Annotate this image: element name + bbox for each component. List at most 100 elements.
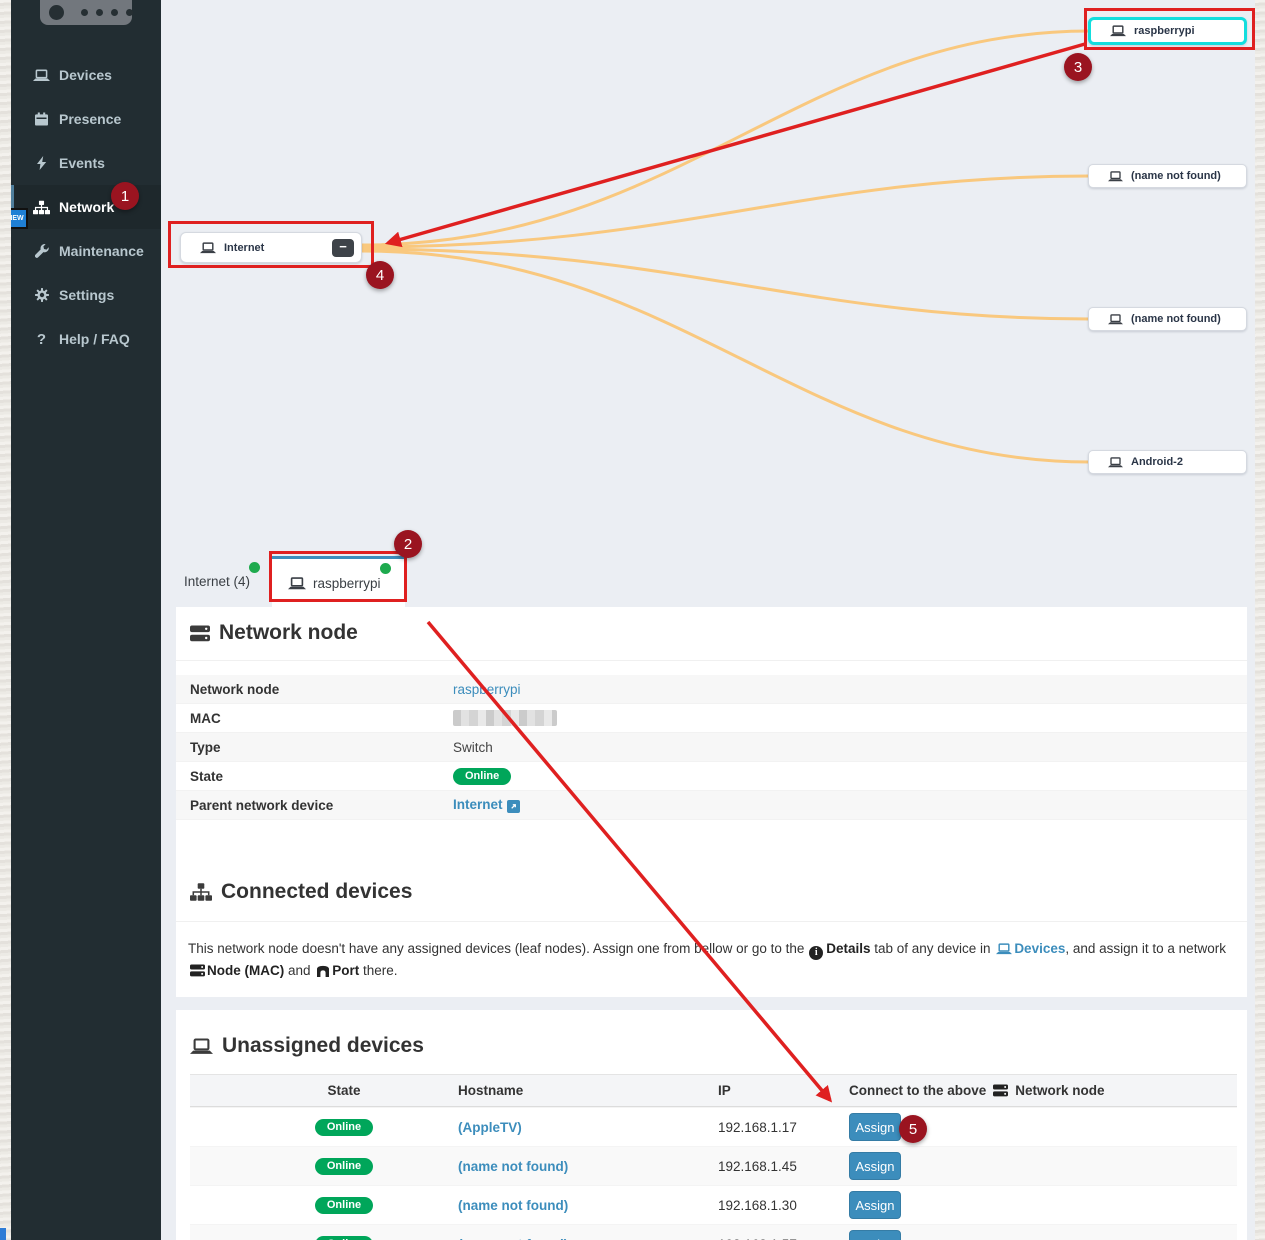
laptop-icon <box>190 1038 213 1055</box>
divider <box>176 660 1247 661</box>
sidebar-item-settings[interactable]: Settings <box>11 273 161 317</box>
tab-internet[interactable]: Internet (4) <box>176 556 250 607</box>
diagram-node-name-not-found-2[interactable]: (name not found) <box>1088 307 1247 331</box>
assign-button[interactable]: Assign <box>849 1152 901 1180</box>
network-icon <box>33 200 50 215</box>
logo-dot <box>81 9 88 16</box>
table-row: Parent network device Internet <box>176 791 1247 820</box>
field-label: MAC <box>190 711 453 726</box>
tab-label: raspberrypi <box>313 576 381 591</box>
node-details-table: Network node raspberrypi MAC Type Switch… <box>176 675 1247 820</box>
table-row: State Online <box>176 762 1247 791</box>
sidebar-item-network[interactable]: Network <box>11 185 161 229</box>
status-badge: Online <box>315 1119 373 1136</box>
node-label: (name not found) <box>1131 170 1221 182</box>
diagram-node-name-not-found-1[interactable]: (name not found) <box>1088 164 1247 188</box>
wrench-icon <box>33 244 50 259</box>
ip-value: 192.168.1.57 <box>718 1237 849 1240</box>
sidebar: Devices Presence Events Network <box>11 0 161 1240</box>
server-icon <box>190 625 210 642</box>
gear-icon <box>33 288 50 303</box>
annotation-arrow-to-internet <box>388 44 1085 243</box>
annotation-step-3: 3 <box>1064 53 1092 81</box>
laptop-icon <box>1108 171 1123 182</box>
sidebar-item-help[interactable]: ? Help / FAQ <box>11 317 161 361</box>
sidebar-item-events[interactable]: Events <box>11 141 161 185</box>
status-badge: Online <box>453 768 511 785</box>
edge-internet-android2 <box>362 251 1090 462</box>
sidebar-item-label: Help / FAQ <box>59 331 130 347</box>
hostname-link[interactable]: (AppleTV) <box>458 1120 718 1135</box>
redacted-mac-value <box>453 710 557 726</box>
sidebar-item-label: Maintenance <box>59 243 144 259</box>
server-icon <box>993 1084 1008 1097</box>
parent-device-link[interactable]: Internet <box>453 797 503 812</box>
sidebar-item-label: Events <box>59 155 105 171</box>
sidebar-item-devices[interactable]: Devices <box>11 53 161 97</box>
assign-button[interactable]: Assign <box>849 1191 901 1219</box>
laptop-icon <box>288 577 306 590</box>
field-label: State <box>190 769 453 784</box>
sidebar-item-maintenance[interactable]: NEW Maintenance <box>11 229 161 273</box>
sidebar-item-presence[interactable]: Presence <box>11 97 161 141</box>
network-node-panel: Network node Network node raspberrypi MA… <box>176 607 1247 997</box>
unassigned-devices-table: State Hostname IP Connect to the above N… <box>190 1074 1237 1240</box>
edge-internet-raspberrypi <box>362 31 1090 245</box>
port-icon <box>316 965 330 977</box>
network-node-title: Network node <box>190 621 358 645</box>
bolt-icon <box>33 156 50 171</box>
laptop-icon <box>33 68 50 83</box>
page-edge-texture-right <box>1255 0 1265 1240</box>
logo-dot <box>126 9 133 16</box>
ip-value: 192.168.1.30 <box>718 1198 849 1213</box>
column-header-ip: IP <box>718 1083 849 1098</box>
server-icon <box>190 964 205 977</box>
node-label: Internet <box>224 242 264 254</box>
devices-link[interactable]: Devices <box>1014 941 1065 956</box>
table-row: Online (name not found) 192.168.1.30 Ass… <box>190 1185 1237 1224</box>
question-icon: ? <box>33 332 50 347</box>
diagram-node-android-2[interactable]: Android-2 <box>1088 450 1247 474</box>
no-assigned-devices-message: This network node doesn't have any assig… <box>188 938 1238 981</box>
node-name-link[interactable]: raspberrypi <box>453 682 521 697</box>
diagram-node-raspberrypi[interactable]: raspberrypi <box>1088 17 1247 45</box>
hostname-link[interactable]: (name not found) <box>458 1159 718 1174</box>
table-row: Network node raspberrypi <box>176 675 1247 704</box>
edge-internet-nnf2 <box>362 249 1090 319</box>
table-row: Online (name not found) 192.168.1.45 Ass… <box>190 1146 1237 1185</box>
online-dot <box>380 563 391 574</box>
sidebar-item-label: Presence <box>59 111 121 127</box>
divider <box>176 921 1247 922</box>
column-header-state: State <box>190 1083 458 1098</box>
app-logo[interactable] <box>40 0 132 25</box>
annotation-step-4: 4 <box>366 261 394 289</box>
background-fragment <box>0 1228 6 1240</box>
table-row: Type Switch <box>176 733 1247 762</box>
sidebar-item-label: Settings <box>59 287 114 303</box>
unassigned-devices-panel: Unassigned devices State Hostname IP Con… <box>176 1010 1247 1240</box>
table-header-row: State Hostname IP Connect to the above N… <box>190 1074 1237 1107</box>
page-edge-texture-left <box>0 0 11 1240</box>
assign-button[interactable]: Assign <box>849 1113 901 1141</box>
info-circle-icon: i <box>809 946 823 960</box>
sidebar-nav: Devices Presence Events Network <box>11 53 161 361</box>
column-header-connect: Connect to the above Network node <box>849 1083 1237 1098</box>
status-badge: Online <box>315 1236 373 1240</box>
status-badge: Online <box>315 1197 373 1214</box>
hostname-link[interactable]: (name not found) <box>458 1237 718 1240</box>
hostname-link[interactable]: (name not found) <box>458 1198 718 1213</box>
logo-dot-large <box>49 5 64 20</box>
diagram-node-internet[interactable]: Internet − <box>180 232 362 263</box>
node-label: raspberrypi <box>1134 25 1195 37</box>
connected-devices-title: Connected devices <box>190 880 412 904</box>
laptop-icon <box>996 943 1012 955</box>
logo-dot <box>96 9 103 16</box>
node-label: (name not found) <box>1131 313 1221 325</box>
laptop-icon <box>200 242 216 254</box>
collapse-node-button[interactable]: − <box>332 239 354 257</box>
table-row: MAC <box>176 704 1247 733</box>
external-link-icon[interactable] <box>507 800 520 813</box>
field-label: Parent network device <box>190 798 453 813</box>
field-label: Type <box>190 740 453 755</box>
assign-button[interactable]: Assign <box>849 1230 901 1240</box>
